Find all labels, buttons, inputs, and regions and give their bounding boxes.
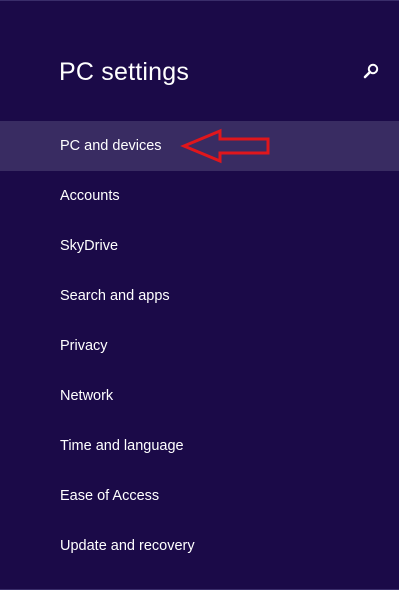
nav-item-accounts[interactable]: Accounts <box>0 171 399 221</box>
search-button[interactable] <box>358 59 384 85</box>
nav-item-label: Time and language <box>60 438 184 454</box>
nav-item-network[interactable]: Network <box>0 371 399 421</box>
nav-item-label: Network <box>60 388 114 404</box>
header: PC settings <box>0 1 399 111</box>
nav-item-privacy[interactable]: Privacy <box>0 321 399 371</box>
nav-item-search-and-apps[interactable]: Search and apps <box>0 271 399 321</box>
settings-nav: PC and devices Accounts SkyDrive Search … <box>0 121 399 571</box>
search-icon <box>363 63 379 79</box>
settings-window: PC settings PC and devices Accounts SkyD… <box>0 0 399 590</box>
nav-item-label: Accounts <box>60 188 120 204</box>
nav-item-time-and-language[interactable]: Time and language <box>0 421 399 471</box>
nav-item-label: Update and recovery <box>60 538 195 554</box>
nav-item-label: Search and apps <box>60 288 170 304</box>
nav-item-label: Ease of Access <box>60 488 160 504</box>
nav-item-update-and-recovery[interactable]: Update and recovery <box>0 521 399 571</box>
annotation-arrow-icon <box>180 128 270 164</box>
nav-item-skydrive[interactable]: SkyDrive <box>0 221 399 271</box>
page-title: PC settings <box>59 58 190 86</box>
nav-item-label: PC and devices <box>60 138 162 154</box>
nav-item-ease-of-access[interactable]: Ease of Access <box>0 471 399 521</box>
nav-item-label: Privacy <box>60 338 108 354</box>
nav-item-label: SkyDrive <box>60 238 119 254</box>
